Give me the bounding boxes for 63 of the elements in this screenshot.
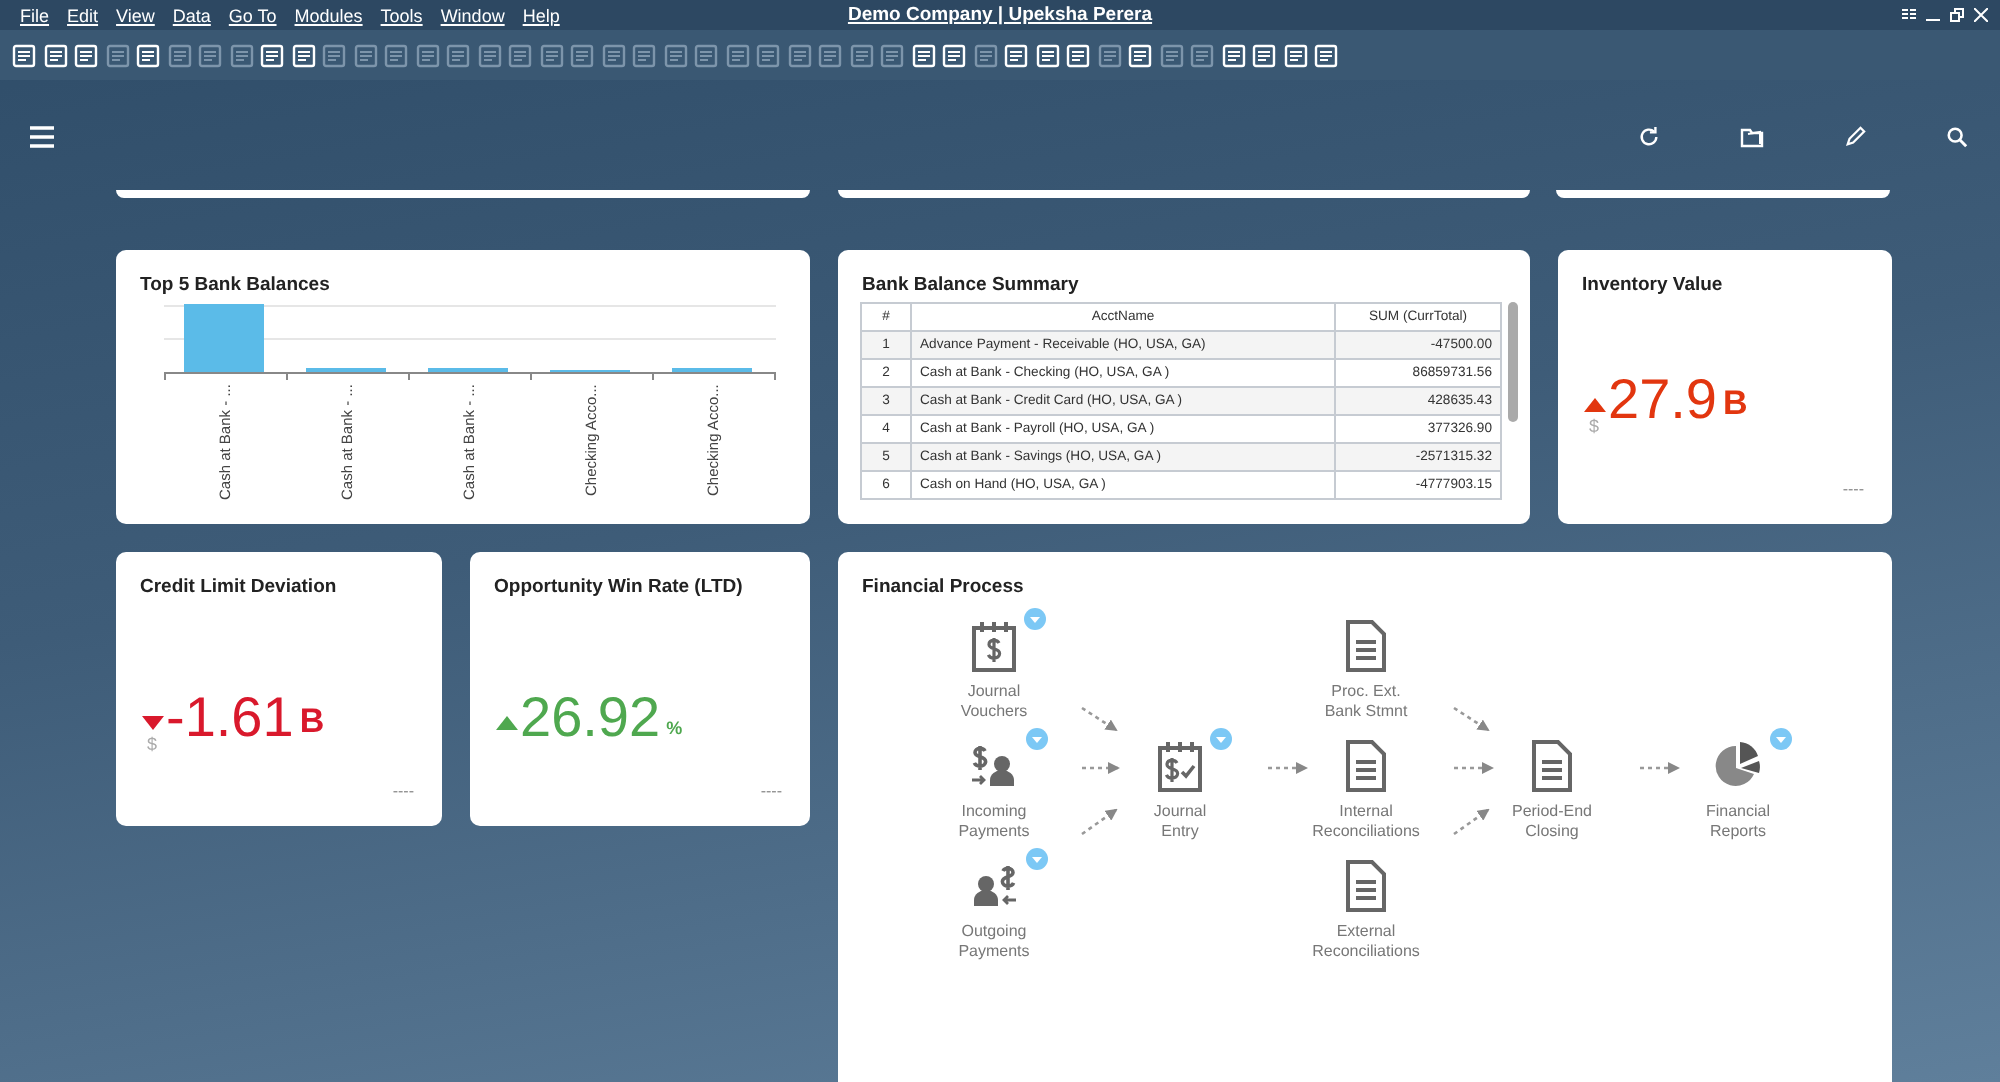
menu-item[interactable]: Window	[440, 5, 505, 25]
connector-arrow	[1081, 706, 1118, 732]
process-step-label[interactable]: External Reconciliations	[1312, 922, 1420, 960]
card-title: Bank Balance Summary	[860, 272, 1081, 296]
kpi-value: 26.92	[520, 688, 661, 748]
unit-label: B	[299, 701, 325, 741]
document-icon[interactable]	[1532, 740, 1572, 792]
menu-item[interactable]: Go To	[228, 5, 277, 25]
connector-arrow	[1640, 762, 1680, 774]
connector-arrow	[1081, 808, 1118, 836]
card-title: Inventory Value	[1580, 272, 1725, 296]
folder-icon[interactable]	[1740, 126, 1764, 148]
kpi-value: -1.61	[166, 688, 294, 748]
search-icon[interactable]	[1946, 126, 1968, 148]
calendar-icon[interactable]	[972, 620, 1016, 672]
layout-icon[interactable]	[1902, 8, 1916, 22]
footer-text: ----	[392, 782, 414, 800]
document-icon[interactable]	[1346, 860, 1386, 912]
menu-item[interactable]: Edit	[67, 5, 99, 25]
close-icon[interactable]	[1974, 8, 1988, 22]
currency-label: $	[1588, 416, 1599, 436]
process-step-label[interactable]: Internal Reconciliations	[1312, 802, 1420, 840]
menu-item[interactable]: View	[116, 5, 155, 25]
connector-arrow	[1082, 762, 1120, 774]
bar	[184, 304, 264, 372]
process-step-label[interactable]: Financial Reports	[1705, 802, 1770, 840]
person-payment-icon[interactable]	[970, 864, 1018, 908]
kpi-value: 27.9	[1608, 370, 1717, 430]
menu-icon[interactable]	[30, 126, 54, 148]
connector-arrow	[1268, 762, 1308, 774]
pie-chart-icon[interactable]	[1714, 742, 1762, 790]
calendar-icon[interactable]	[1158, 740, 1202, 792]
document-icon[interactable]	[1346, 740, 1386, 792]
card-title: Opportunity Win Rate (LTD)	[492, 574, 745, 598]
footer-text: ----	[1842, 480, 1864, 498]
connector-arrow	[1454, 762, 1494, 774]
unit-label: B	[1723, 383, 1748, 423]
menu-item[interactable]: File	[20, 5, 50, 25]
document-icon[interactable]	[1346, 620, 1386, 672]
process-step-label[interactable]: Incoming Payments	[958, 802, 1030, 840]
process-step-label[interactable]: Outgoing Payments	[958, 922, 1030, 960]
process-step-label[interactable]: Journal Entry	[1153, 802, 1207, 840]
process-step-label[interactable]: Proc. Ext. Bank Stmnt	[1324, 682, 1408, 720]
process-step-label[interactable]: Period-End Closing	[1511, 802, 1593, 840]
card-title: Top 5 Bank Balances	[138, 272, 332, 296]
person-payment-icon[interactable]	[970, 744, 1018, 788]
pencil-icon[interactable]	[1844, 126, 1866, 148]
window-title: Demo Company | Upeksha Perera	[847, 4, 1153, 26]
card-title: Credit Limit Deviation	[138, 574, 339, 598]
restore-icon[interactable]	[1950, 8, 1964, 22]
process-step-label[interactable]: Journal Vouchers	[960, 682, 1028, 720]
menu-item[interactable]: Data	[172, 5, 211, 25]
card-title: Financial Process	[860, 574, 1026, 598]
connector-arrow	[1453, 706, 1490, 732]
menu-item[interactable]: Tools	[380, 5, 423, 25]
scrollbar[interactable]	[1508, 302, 1518, 422]
connector-arrow	[1453, 808, 1490, 836]
refresh-icon[interactable]	[1638, 126, 1660, 148]
footer-text: ----	[760, 782, 782, 800]
menu-item[interactable]: Help	[522, 5, 560, 25]
menu-item[interactable]: Modules	[294, 5, 363, 25]
currency-label: $	[146, 734, 157, 754]
unit-label: %	[666, 718, 683, 738]
